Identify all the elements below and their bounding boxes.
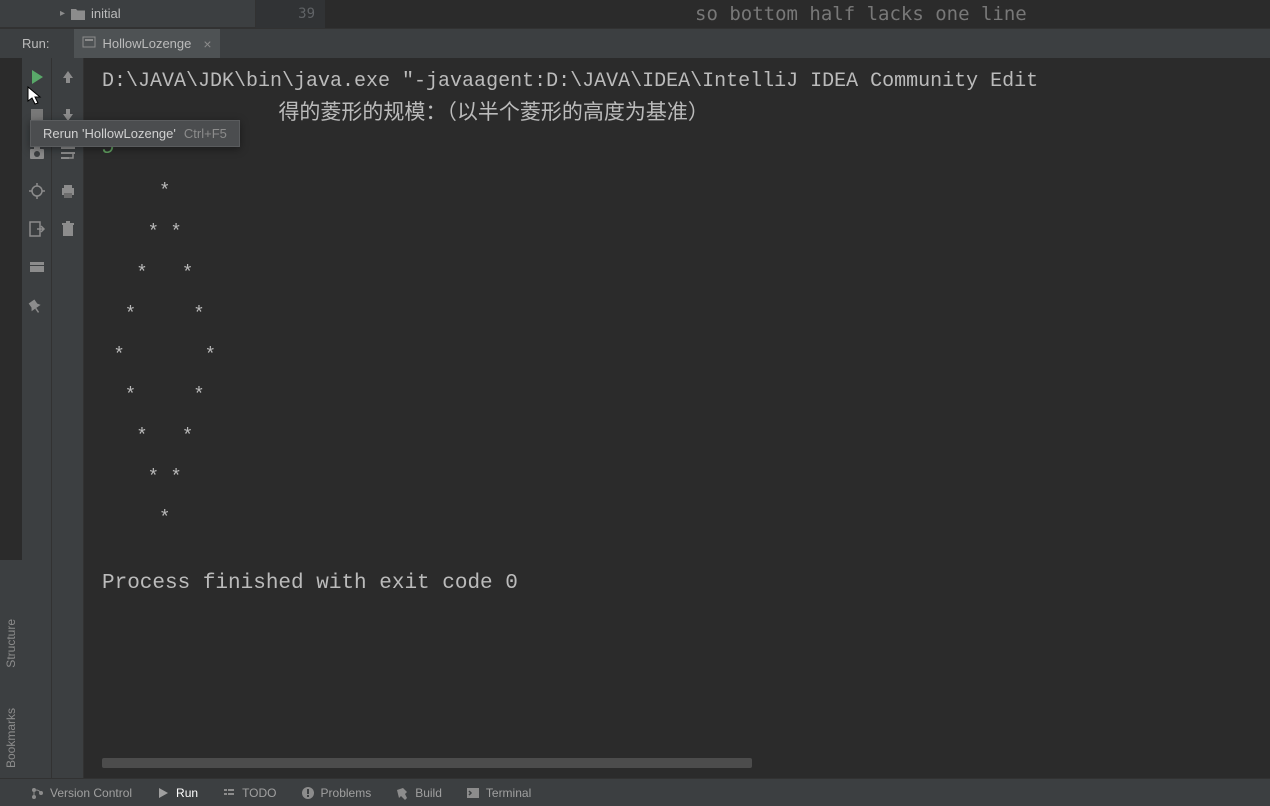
exit-message: Process finished with exit code 0 xyxy=(102,567,1258,601)
tooltip-shortcut: Ctrl+F5 xyxy=(184,126,227,141)
debug-icon[interactable] xyxy=(26,180,48,202)
run-label: Run: xyxy=(22,36,49,51)
trash-icon[interactable] xyxy=(57,218,79,240)
run-config-icon xyxy=(82,35,96,52)
run-button[interactable]: Run xyxy=(156,786,198,800)
user-input: 5 xyxy=(102,132,1258,166)
tree-item-label: initial xyxy=(91,6,121,21)
project-tree-strip: ▸ initial 39 so bottom half lacks one li… xyxy=(0,0,1270,28)
diamond-output: * * * * * * * * * * * * * * * * xyxy=(102,171,1258,539)
folder-icon xyxy=(71,8,85,20)
close-icon[interactable]: × xyxy=(203,36,211,52)
bottom-tool-bar: Version Control Run TODO Problems Build … xyxy=(0,778,1270,806)
run-toolbar-secondary xyxy=(52,58,84,778)
run-tab[interactable]: HollowLozenge × xyxy=(74,29,219,59)
program-prompt: xxxxxxxxxxxxxx得的菱形的规模：（以半个菱形的高度为基准） xyxy=(102,98,1258,132)
chevron-right-icon[interactable]: ▸ xyxy=(60,8,65,19)
line-number: 39 xyxy=(298,6,315,22)
build-button[interactable]: Build xyxy=(395,786,442,800)
tooltip-text: Rerun 'HollowLozenge' xyxy=(43,126,176,141)
layout-icon[interactable] xyxy=(26,256,48,278)
left-tool-rail: Structure Bookmarks xyxy=(0,560,22,778)
console-output[interactable]: D:\JAVA\JDK\bin\java.exe "-javaagent:D:\… xyxy=(84,58,1270,778)
bookmarks-tool-button[interactable]: Bookmarks xyxy=(4,708,18,768)
print-icon[interactable] xyxy=(57,180,79,202)
run-tool-body: D:\JAVA\JDK\bin\java.exe "-javaagent:D:\… xyxy=(22,58,1270,778)
pin-icon[interactable] xyxy=(26,294,48,316)
terminal-button[interactable]: Terminal xyxy=(466,786,531,800)
editor-gutter: 39 xyxy=(255,0,325,28)
run-toolbar-primary xyxy=(22,58,52,778)
tooltip: Rerun 'HollowLozenge' Ctrl+F5 xyxy=(30,120,240,147)
run-tool-header: Run: HollowLozenge × xyxy=(0,28,1270,58)
problems-button[interactable]: Problems xyxy=(301,786,372,800)
version-control-button[interactable]: Version Control xyxy=(30,786,132,800)
exit-icon[interactable] xyxy=(26,218,48,240)
todo-button[interactable]: TODO xyxy=(222,786,276,800)
editor-content-peek: so bottom half lacks one line xyxy=(325,0,1270,28)
run-tab-label: HollowLozenge xyxy=(102,36,191,51)
structure-tool-button[interactable]: Structure xyxy=(4,619,18,668)
horizontal-scrollbar[interactable] xyxy=(102,758,752,768)
rerun-button[interactable] xyxy=(26,66,48,88)
up-arrow-icon[interactable] xyxy=(57,66,79,88)
command-line: D:\JAVA\JDK\bin\java.exe "-javaagent:D:\… xyxy=(102,66,1258,98)
tree-row-initial[interactable]: ▸ initial xyxy=(0,6,121,21)
